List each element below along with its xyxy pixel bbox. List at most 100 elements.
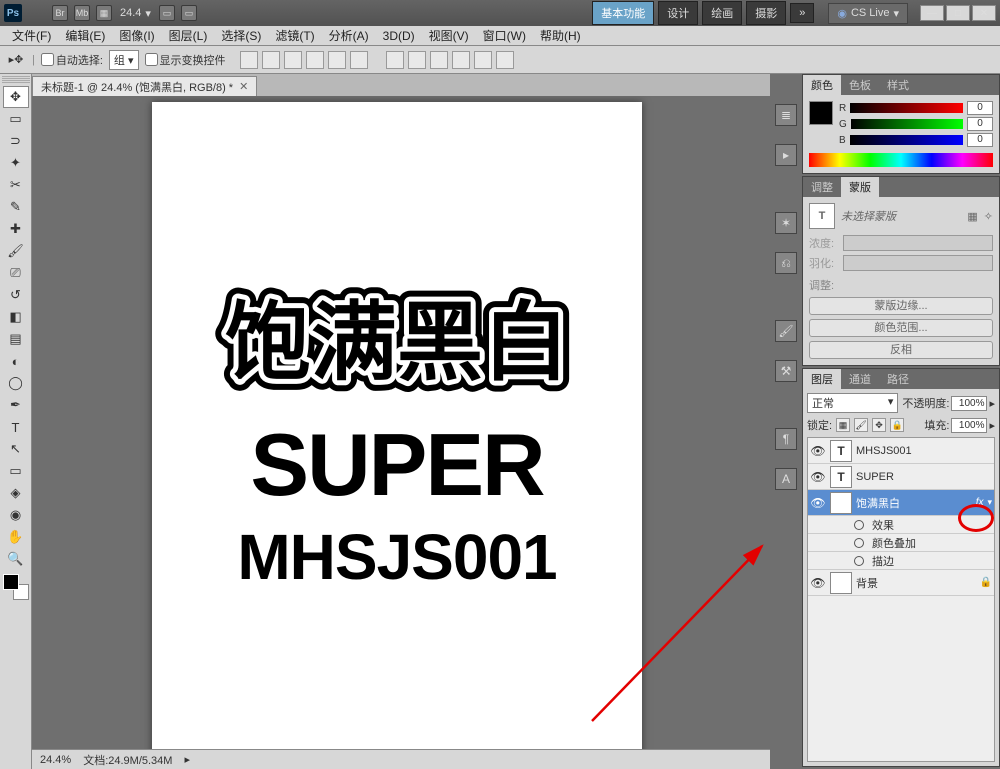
color-spectrum[interactable] xyxy=(809,153,993,167)
layer-row[interactable]: 👁TSUPER xyxy=(808,464,994,490)
shape-tool[interactable]: ▭ xyxy=(3,460,29,482)
opacity-chevron-icon[interactable]: ▸ xyxy=(989,397,995,410)
fill-chevron-icon[interactable]: ▸ xyxy=(989,419,995,432)
canvas[interactable]: 饱满黑白 饱满黑白 饱满黑白 SUPER MHSJS001 xyxy=(152,102,642,749)
fx-chevron-icon[interactable]: ▾ xyxy=(987,497,992,508)
density-slider[interactable] xyxy=(843,235,993,251)
layer-thumb[interactable]: T xyxy=(830,492,852,514)
distribute-icon[interactable] xyxy=(452,51,470,69)
tab-swatches[interactable]: 色板 xyxy=(841,75,879,95)
menu-3d[interactable]: 3D(D) xyxy=(377,27,421,45)
marquee-tool[interactable]: ▭ xyxy=(3,108,29,130)
tool-presets-icon[interactable]: ⚒ xyxy=(775,360,797,382)
align-icon[interactable] xyxy=(306,51,324,69)
lock-position-icon[interactable]: ✥ xyxy=(872,418,886,432)
visibility-icon[interactable]: 👁 xyxy=(810,469,826,485)
distribute-icon[interactable] xyxy=(474,51,492,69)
minibridge-icon[interactable]: Mb xyxy=(74,5,90,21)
align-icon[interactable] xyxy=(262,51,280,69)
fx-indicator[interactable]: fx xyxy=(976,497,984,508)
document-tab[interactable]: 未标题-1 @ 24.4% (饱满黑白, RGB/8) * ✕ xyxy=(32,76,257,96)
cslive-button[interactable]: ◉CS Live ▾ xyxy=(828,3,908,24)
distribute-icon[interactable] xyxy=(408,51,426,69)
canvas-viewport[interactable]: 饱满黑白 饱满黑白 饱满黑白 SUPER MHSJS001 xyxy=(32,96,770,749)
distribute-icon[interactable] xyxy=(496,51,514,69)
blend-mode-dropdown[interactable]: 正常 ▾ xyxy=(807,393,898,413)
layer-row[interactable]: 描边 xyxy=(808,552,994,570)
screen-mode-icon[interactable]: ▭ xyxy=(181,5,197,21)
zoom-tool[interactable]: 🔍 xyxy=(3,548,29,570)
layer-name[interactable]: 描边 xyxy=(872,553,992,569)
clone-source-icon[interactable]: ⎌ xyxy=(775,252,797,274)
lock-all-icon[interactable]: 🔒 xyxy=(890,418,904,432)
brush-presets-icon[interactable]: ✶ xyxy=(775,212,797,234)
feather-slider[interactable] xyxy=(843,255,993,271)
move-tool-preset-icon[interactable]: ▸✥ xyxy=(6,50,26,70)
align-icon[interactable] xyxy=(328,51,346,69)
layer-name[interactable]: SUPER xyxy=(856,471,992,483)
tab-color[interactable]: 颜色 xyxy=(803,75,841,95)
path-tool[interactable]: ↖ xyxy=(3,438,29,460)
menu-file[interactable]: 文件(F) xyxy=(6,25,57,46)
foreground-background-colors[interactable] xyxy=(3,574,29,600)
status-arrow-icon[interactable]: ▸ xyxy=(184,753,190,766)
healing-tool[interactable]: ✚ xyxy=(3,218,29,240)
tab-adjustments[interactable]: 调整 xyxy=(803,177,841,197)
g-value[interactable]: 0 xyxy=(967,117,993,131)
layer-name[interactable]: 背景 xyxy=(856,575,976,591)
color-range-button[interactable]: 颜色范围... xyxy=(809,319,993,337)
color-swatch[interactable] xyxy=(809,101,833,125)
layer-row[interactable]: 👁T饱满黑白 fx ▾ xyxy=(808,490,994,516)
workspace-painting[interactable]: 绘画 xyxy=(702,1,742,25)
pixel-mask-icon[interactable]: ▦ xyxy=(967,210,977,223)
workspace-photography[interactable]: 摄影 xyxy=(746,1,786,25)
distribute-icon[interactable] xyxy=(386,51,404,69)
3d-tool[interactable]: ◈ xyxy=(3,482,29,504)
brush-tool[interactable]: 🖌 xyxy=(3,240,29,262)
align-icon[interactable] xyxy=(284,51,302,69)
menu-layer[interactable]: 图层(L) xyxy=(163,25,214,46)
blur-tool[interactable]: ◐ xyxy=(3,350,29,372)
character-panel-icon[interactable]: A xyxy=(775,468,797,490)
hand-tool[interactable]: ✋ xyxy=(3,526,29,548)
lock-pixels-icon[interactable]: 🖌 xyxy=(854,418,868,432)
vector-mask-icon[interactable]: ✧ xyxy=(984,210,993,223)
close-button[interactable]: ✕ xyxy=(972,5,996,21)
menu-image[interactable]: 图像(I) xyxy=(113,25,160,46)
mask-edge-button[interactable]: 蒙版边缘... xyxy=(809,297,993,315)
close-tab-icon[interactable]: ✕ xyxy=(239,80,248,93)
dodge-tool[interactable]: ◯ xyxy=(3,372,29,394)
3d-camera-tool[interactable]: ◉ xyxy=(3,504,29,526)
auto-select-dropdown[interactable]: 组 ▾ xyxy=(109,50,139,70)
layer-thumb[interactable]: T xyxy=(830,440,852,462)
tab-masks[interactable]: 蒙版 xyxy=(841,177,879,197)
menu-select[interactable]: 选择(S) xyxy=(215,25,267,46)
layer-row[interactable]: 👁背景🔒 xyxy=(808,570,994,596)
history-brush-tool[interactable]: ↺ xyxy=(3,284,29,306)
opacity-value[interactable]: 100% xyxy=(951,396,987,411)
lock-transparent-icon[interactable]: ▦ xyxy=(836,418,850,432)
r-value[interactable]: 0 xyxy=(967,101,993,115)
status-zoom[interactable]: 24.4% xyxy=(40,754,71,766)
layer-row[interactable]: 👁TMHSJS001 xyxy=(808,438,994,464)
move-tool[interactable]: ✥ xyxy=(3,86,29,108)
visibility-icon[interactable]: 👁 xyxy=(810,495,826,511)
workspace-essentials[interactable]: 基本功能 xyxy=(592,1,654,25)
lasso-tool[interactable]: ⊃ xyxy=(3,130,29,152)
type-tool[interactable]: T xyxy=(3,416,29,438)
view-extras-icon[interactable]: ▭ xyxy=(159,5,175,21)
maximize-button[interactable]: □ xyxy=(946,5,970,21)
menu-view[interactable]: 视图(V) xyxy=(423,25,475,46)
eraser-tool[interactable]: ◧ xyxy=(3,306,29,328)
layer-name[interactable]: 饱满黑白 xyxy=(856,495,972,511)
status-docinfo[interactable]: 文档:24.9M/5.34M xyxy=(83,752,172,768)
tab-channels[interactable]: 通道 xyxy=(841,369,879,389)
r-slider[interactable] xyxy=(850,103,963,113)
gradient-tool[interactable]: ▤ xyxy=(3,328,29,350)
tab-layers[interactable]: 图层 xyxy=(803,369,841,389)
layer-list[interactable]: 👁TMHSJS001👁TSUPER👁T饱满黑白fx ▾效果颜色叠加描边👁背景🔒 xyxy=(807,437,995,762)
menu-help[interactable]: 帮助(H) xyxy=(534,25,587,46)
auto-select-checkbox[interactable]: 自动选择: xyxy=(41,52,103,68)
history-panel-icon[interactable]: ≣ xyxy=(775,104,797,126)
distribute-icon[interactable] xyxy=(430,51,448,69)
